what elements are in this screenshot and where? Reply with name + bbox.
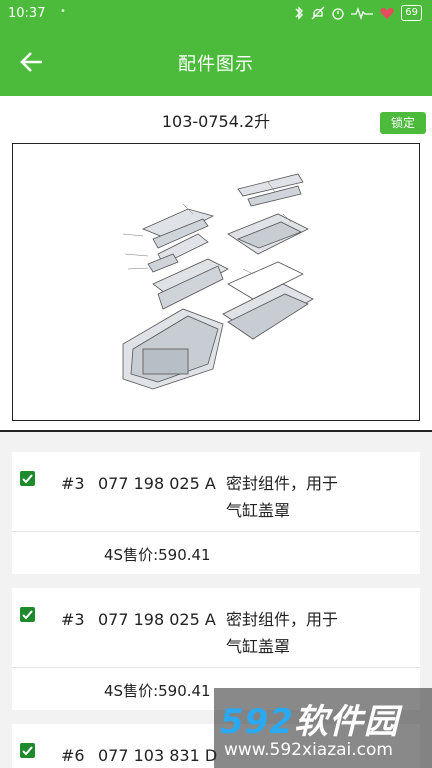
heart-icon	[380, 8, 394, 19]
app-bar: 配件图示	[0, 28, 432, 96]
part-description: 密封组件，用于 气缸盖罩	[226, 606, 376, 660]
part-info-row: #3 077 198 025 A 密封组件，用于 气缸盖罩	[12, 588, 420, 668]
battery-icon: 69	[401, 5, 422, 21]
part-price: 4S售价:590.41	[104, 682, 211, 700]
part-index: #3	[61, 610, 85, 629]
status-bar: 10:37 • 69	[0, 0, 432, 28]
watermark-brand: 软件园	[293, 702, 399, 742]
model-header: 103-0754.2升 锁定	[0, 96, 432, 140]
watermark-url: www.592xiazai.com	[224, 740, 393, 760]
part-desc-line1: 密封组件，用于	[226, 474, 339, 493]
notification-dot: •	[60, 6, 66, 17]
site-watermark: 592软件园 www.592xiazai.com	[214, 688, 432, 768]
checkmark-icon	[22, 610, 33, 620]
part-index: #6	[61, 746, 85, 765]
part-checkbox[interactable]	[20, 743, 35, 758]
status-time: 10:37	[8, 6, 46, 21]
part-checkbox[interactable]	[20, 471, 35, 486]
page-title: 配件图示	[178, 54, 254, 75]
mute-icon	[311, 6, 325, 20]
part-desc-line2: 气缸盖罩	[226, 501, 291, 520]
part-number: 077 103 831 D	[98, 746, 218, 765]
part-number: 077 198 025 A	[98, 474, 216, 493]
checkmark-icon	[22, 746, 33, 756]
part-desc-line1: 密封组件，用于	[226, 610, 339, 629]
part-description: 密封组件，用于 气缸盖罩	[226, 470, 376, 524]
part-number: 077 198 025 A	[98, 610, 216, 629]
status-icons: 69	[293, 5, 422, 21]
signal-icon	[351, 7, 374, 20]
part-price-row: 4S售价:590.41	[12, 532, 420, 574]
watermark-logo: 592软件园	[220, 694, 399, 743]
part-desc-line2: 气缸盖罩	[226, 637, 291, 656]
part-index: #3	[61, 474, 85, 493]
parts-diagram[interactable]	[12, 143, 420, 421]
bluetooth-icon	[295, 6, 304, 20]
watermark-number: 592	[220, 702, 294, 742]
part-info-row: #3 077 198 025 A 密封组件，用于 气缸盖罩	[12, 452, 420, 532]
model-code: 103-0754.2升	[161, 112, 271, 131]
part-price: 4S售价:590.41	[104, 546, 211, 564]
engine-exploded-diagram	[122, 173, 314, 390]
lock-button[interactable]: 锁定	[380, 112, 426, 134]
part-card[interactable]: #3 077 198 025 A 密封组件，用于 气缸盖罩 4S售价:590.4…	[12, 452, 420, 574]
part-checkbox[interactable]	[20, 607, 35, 622]
alarm-icon	[332, 8, 344, 20]
checkmark-icon	[22, 474, 33, 484]
diagram-area	[0, 140, 432, 430]
